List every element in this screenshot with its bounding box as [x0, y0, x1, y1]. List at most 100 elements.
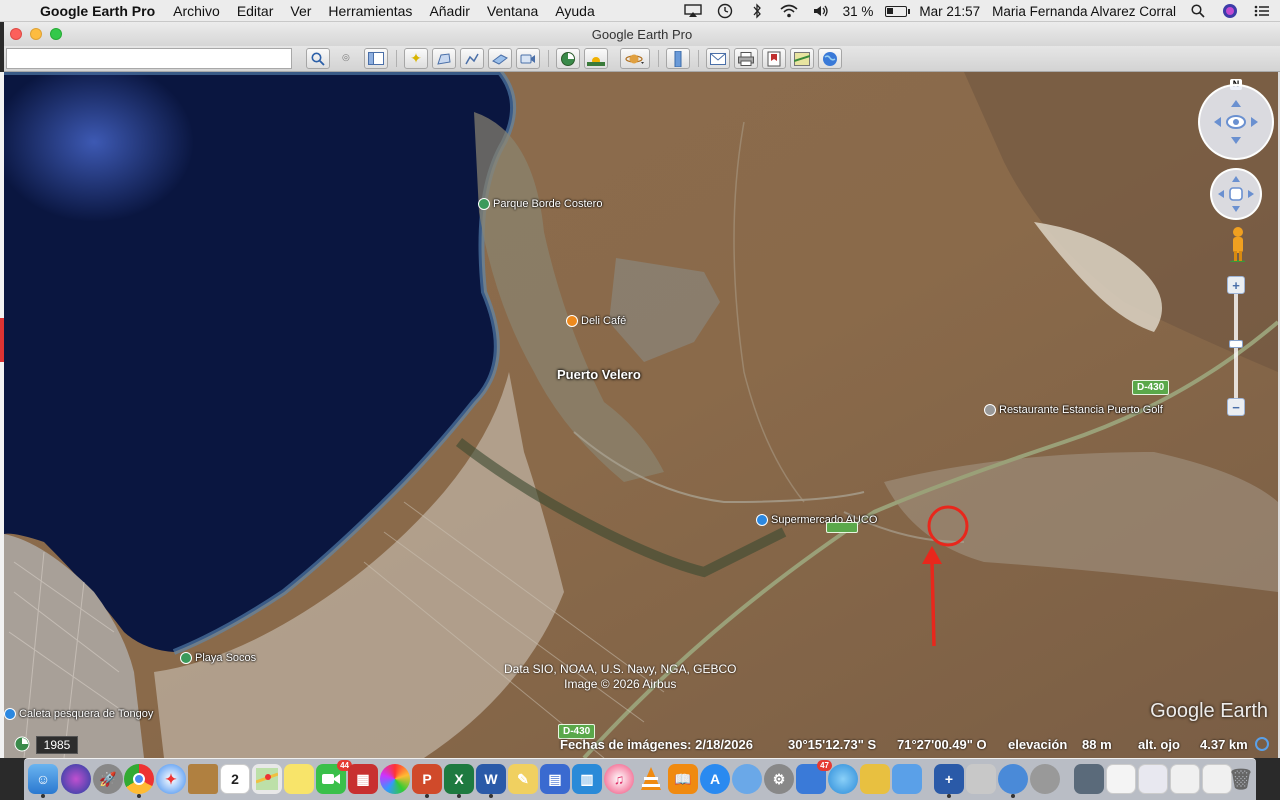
- menu-anadir[interactable]: Añadir: [429, 3, 469, 19]
- historical-clock-icon[interactable]: [14, 736, 30, 755]
- photo-booth-icon[interactable]: ▦: [348, 764, 378, 794]
- pages-icon[interactable]: ✎: [508, 764, 538, 794]
- stickies-icon[interactable]: [284, 764, 314, 794]
- search-input[interactable]: [6, 48, 292, 69]
- imagery-attribution: Data SIO, NOAA, U.S. Navy, NGA, GEBCO Im…: [504, 662, 737, 691]
- status-bar: 1985 Fechas de imágenes: 2/18/2026 30°15…: [4, 734, 1278, 756]
- globe-app-icon[interactable]: [828, 764, 858, 794]
- sidebar-toggle-button[interactable]: [364, 48, 388, 69]
- folder-stack-icon[interactable]: [860, 764, 890, 794]
- add-polygon-button[interactable]: [432, 48, 456, 69]
- notification-center-icon[interactable]: [1252, 3, 1272, 19]
- zoom-in-button[interactable]: +: [1227, 276, 1245, 294]
- document-stack-icon[interactable]: [1106, 764, 1136, 794]
- mission-control-icon[interactable]: ▤: [540, 764, 570, 794]
- menu-user[interactable]: Maria Fernanda Alvarez Corral: [992, 4, 1176, 19]
- place-caleta-tongoy[interactable]: Caleta pesquera de Tongoy: [4, 708, 153, 720]
- siri-dock-icon[interactable]: [61, 764, 91, 794]
- drive-icon[interactable]: [966, 764, 996, 794]
- network-icon[interactable]: [892, 764, 922, 794]
- place-playa-socos[interactable]: Playa Socos: [180, 652, 256, 664]
- add-placemark-button[interactable]: ✦: [404, 48, 428, 69]
- toolbar: ◎ ✦: [4, 46, 1280, 72]
- downloads-stack-icon[interactable]: [1138, 764, 1168, 794]
- print-button[interactable]: [734, 48, 758, 69]
- zoom-slider-thumb[interactable]: [1229, 340, 1243, 348]
- elevation-value: 88 m: [1082, 737, 1112, 752]
- switch-planet-button[interactable]: [620, 48, 650, 69]
- google-earth-dock-icon[interactable]: [998, 764, 1028, 798]
- bluetooth-icon[interactable]: [747, 3, 767, 19]
- system-preferences-icon[interactable]: ⚙: [764, 764, 794, 794]
- music-icon[interactable]: ♫: [604, 764, 634, 794]
- keynote-icon[interactable]: ▥: [572, 764, 602, 794]
- zoom-window-button[interactable]: [50, 28, 62, 40]
- screenshot-stack-icon[interactable]: [1074, 764, 1104, 794]
- street-view-pegman-icon[interactable]: [1227, 226, 1245, 262]
- add-path-button[interactable]: [460, 48, 484, 69]
- spotlight-search-icon[interactable]: [1188, 3, 1208, 19]
- menu-ayuda[interactable]: Ayuda: [555, 3, 594, 19]
- menu-editar[interactable]: Editar: [237, 3, 274, 19]
- search-options-icon[interactable]: ◎: [342, 52, 350, 63]
- siri-icon[interactable]: [1220, 3, 1240, 19]
- place-supermercado-auco[interactable]: Supermercado AUCO: [756, 514, 877, 526]
- books-icon[interactable]: 📖: [668, 764, 698, 794]
- notes-book-icon[interactable]: [188, 764, 218, 794]
- add-image-overlay-button[interactable]: [488, 48, 512, 69]
- save-image-button[interactable]: [762, 48, 786, 69]
- place-parque-borde-costero[interactable]: Parque Borde Costero: [478, 198, 602, 210]
- earth-gallery-button[interactable]: [818, 48, 842, 69]
- messages-icon[interactable]: 47: [796, 760, 832, 794]
- chrome-icon[interactable]: [124, 764, 154, 798]
- files-stack-icon[interactable]: [1170, 764, 1200, 794]
- window-titlebar[interactable]: Google Earth Pro: [4, 22, 1280, 46]
- launchpad-icon[interactable]: 🚀: [93, 764, 123, 794]
- view-in-maps-button[interactable]: [790, 48, 814, 69]
- menu-clock[interactable]: Mar 21:57: [919, 4, 980, 19]
- airplay-icon[interactable]: [683, 3, 703, 19]
- place-restaurante-estancia[interactable]: Restaurante Estancia Puerto Golf: [984, 404, 1163, 416]
- calendar-icon[interactable]: 2: [220, 764, 250, 794]
- search-button[interactable]: [306, 48, 330, 69]
- finder-icon[interactable]: ☺: [28, 764, 58, 798]
- time-machine-icon[interactable]: [715, 3, 735, 19]
- battery-icon[interactable]: [885, 5, 911, 17]
- historical-year-field[interactable]: 1985: [36, 736, 78, 754]
- excel-icon[interactable]: X: [444, 764, 474, 798]
- bluetooth-exchange-icon[interactable]: [732, 764, 762, 794]
- vlc-icon[interactable]: [636, 764, 666, 794]
- move-control[interactable]: [1210, 168, 1262, 220]
- photos-icon[interactable]: [380, 764, 410, 794]
- minimize-window-button[interactable]: [30, 28, 42, 40]
- add-window-icon[interactable]: +: [934, 764, 964, 798]
- word-icon[interactable]: W: [476, 764, 506, 798]
- app-store-icon[interactable]: A: [700, 764, 730, 794]
- volume-icon[interactable]: [811, 3, 831, 19]
- historical-imagery-button[interactable]: [556, 48, 580, 69]
- maps-icon[interactable]: [252, 764, 282, 794]
- zoom-out-button[interactable]: −: [1227, 398, 1245, 416]
- facetime-icon[interactable]: 44: [316, 760, 352, 794]
- ruler-button[interactable]: [666, 48, 690, 69]
- google-earth-pro-dock-icon[interactable]: [1030, 764, 1060, 794]
- look-around-control[interactable]: [1198, 84, 1274, 160]
- place-puerto-velero[interactable]: Puerto Velero: [557, 367, 641, 382]
- email-button[interactable]: [706, 48, 730, 69]
- road-badge-small: [826, 522, 858, 533]
- menu-archivo[interactable]: Archivo: [173, 3, 220, 19]
- menu-ver[interactable]: Ver: [290, 3, 311, 19]
- trash-icon[interactable]: 🗑: [1226, 764, 1256, 794]
- sunlight-button[interactable]: [584, 48, 608, 69]
- menu-herramientas[interactable]: Herramientas: [328, 3, 412, 19]
- powerpoint-icon[interactable]: P: [412, 764, 442, 798]
- record-tour-button[interactable]: [516, 48, 540, 69]
- close-window-button[interactable]: [10, 28, 22, 40]
- menu-app-name[interactable]: Google Earth Pro: [40, 3, 155, 19]
- place-deli-cafe[interactable]: Deli Café: [566, 315, 626, 327]
- menu-ventana[interactable]: Ventana: [487, 3, 538, 19]
- safari-icon[interactable]: ✦: [156, 764, 186, 794]
- harbor-pin-icon: [4, 708, 16, 720]
- wifi-icon[interactable]: [779, 3, 799, 19]
- earth-map-view[interactable]: Parque Borde Costero Deli Café Puerto Ve…: [4, 72, 1278, 758]
